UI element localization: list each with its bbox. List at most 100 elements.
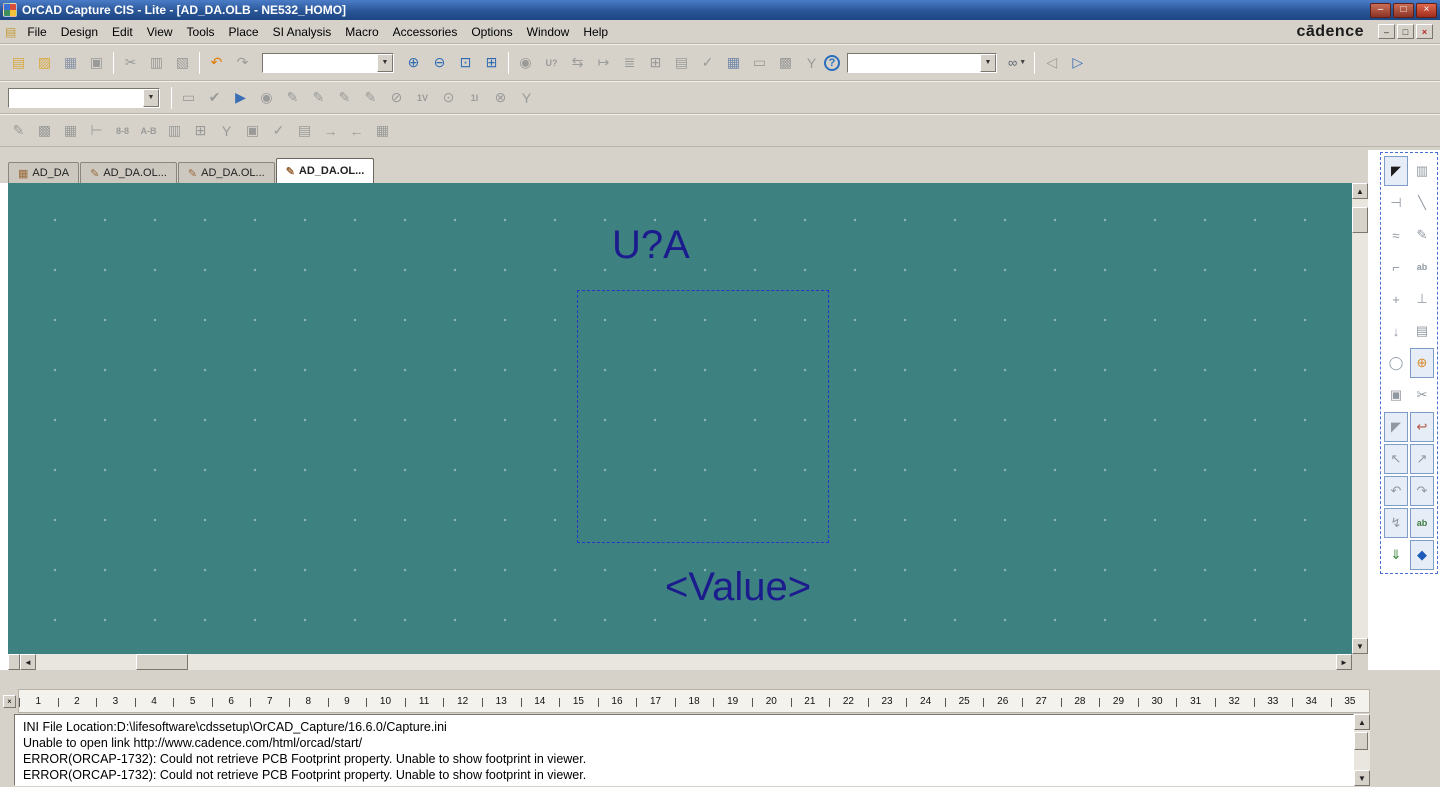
zoom-area-icon[interactable]: ⊡	[453, 51, 478, 75]
new-document-icon[interactable]: ▤	[6, 51, 31, 75]
menu-design[interactable]: Design	[54, 22, 105, 42]
menu-accessories[interactable]: Accessories	[386, 22, 465, 42]
hscroll-track[interactable]	[36, 654, 1336, 670]
draw-line-tool[interactable]: ╲	[1410, 188, 1434, 218]
si-impedance-icon[interactable]: ⊘	[384, 86, 409, 110]
cut-icon[interactable]: ✂	[118, 51, 143, 75]
undo-icon[interactable]: ↶	[204, 51, 229, 75]
edit-part-icon[interactable]: ✎	[6, 119, 31, 143]
log-scroll-thumb[interactable]	[1354, 732, 1368, 750]
export-symbol-tool[interactable]: ⇓	[1384, 540, 1408, 570]
redo-icon[interactable]: ↷	[230, 51, 255, 75]
find-button[interactable]: ∞ ▼	[1004, 51, 1030, 75]
si-audit-icon[interactable]: ✔	[202, 86, 227, 110]
combo-dropdown-icon[interactable]: ▼	[377, 53, 393, 72]
si-halt-icon[interactable]: ◉	[254, 86, 279, 110]
bom-icon[interactable]: ▤	[669, 51, 694, 75]
menu-help[interactable]: Help	[576, 22, 615, 42]
project-manager-icon[interactable]: ▩	[773, 51, 798, 75]
save-document-icon[interactable]: ▦	[58, 51, 83, 75]
probe-icon[interactable]: Y	[799, 51, 824, 75]
menu-file[interactable]: File	[20, 22, 53, 42]
rotate-ccw-tool[interactable]: ↶	[1384, 476, 1408, 506]
horizontal-scrollbar[interactable]: ◄ ►	[8, 654, 1352, 670]
menu-macro[interactable]: Macro	[338, 22, 385, 42]
drc-icon[interactable]: ✓	[695, 51, 720, 75]
update-properties-icon[interactable]: ↦	[591, 51, 616, 75]
arrow-down-tool[interactable]: ↓	[1384, 316, 1408, 346]
menu-view[interactable]: View	[140, 22, 180, 42]
dock-panel-tool[interactable]: ▤	[1410, 316, 1434, 346]
draw-elbow-tool[interactable]: ⌐	[1384, 252, 1408, 282]
package-view-icon[interactable]: ▩	[32, 119, 57, 143]
si-voltage-level-icon[interactable]: 1V	[410, 86, 435, 110]
vscroll-thumb[interactable]	[1352, 207, 1368, 233]
part-editor-canvas[interactable]: U?A <Value>	[8, 183, 1352, 654]
part-reference-text[interactable]: U?A	[612, 223, 690, 268]
drag-select-tool[interactable]: ↖	[1384, 444, 1408, 474]
rotate-cw-tool[interactable]: ↷	[1410, 476, 1434, 506]
session-log[interactable]: INI File Location:D:\lifesoftware\cdsset…	[14, 714, 1354, 786]
add-symbol-tool[interactable]: ◆	[1410, 540, 1434, 570]
scroll-left-button[interactable]: ◄	[20, 654, 36, 670]
back-annotate-icon[interactable]: ⇆	[565, 51, 590, 75]
part-search-combo[interactable]: ▼	[262, 52, 394, 73]
si-info-icon[interactable]: ⊙	[436, 86, 461, 110]
combo-dropdown-icon[interactable]: ▼	[143, 88, 159, 107]
place-pin-tool[interactable]: ⊣	[1384, 188, 1408, 218]
log-scrollbar[interactable]: ▲ ▼	[1354, 714, 1370, 786]
part-add-icon[interactable]: ⊞	[188, 119, 213, 143]
snap-to-grid-icon[interactable]: ▦	[721, 51, 746, 75]
scroll-down-button[interactable]: ▼	[1352, 638, 1368, 654]
pin-edit-icon[interactable]: ⊢	[84, 119, 109, 143]
next-page-icon[interactable]: ▷	[1065, 51, 1090, 75]
annotate-icon[interactable]: U?	[539, 51, 564, 75]
probe-voltage-icon[interactable]: ✎	[280, 86, 305, 110]
print-icon[interactable]: ▣	[84, 51, 109, 75]
menu-options[interactable]: Options	[464, 22, 519, 42]
zoom-all-icon[interactable]: ⊞	[479, 51, 504, 75]
validate-part-icon[interactable]: ✓	[266, 119, 291, 143]
add-part-tool[interactable]: ⊕	[1410, 348, 1434, 378]
vscroll-track[interactable]	[1352, 199, 1368, 638]
copy-drag-tool[interactable]: ↗	[1410, 444, 1434, 474]
move-tool[interactable]: +	[1384, 284, 1408, 314]
mdi-close-button[interactable]: ×	[1416, 24, 1433, 39]
menu-edit[interactable]: Edit	[105, 22, 140, 42]
mdi-restore-button[interactable]: □	[1397, 24, 1414, 39]
search-combo[interactable]: ▼	[847, 52, 997, 73]
spreadsheet-icon[interactable]: ▦	[370, 119, 395, 143]
select-pointer-tool[interactable]: ◤	[1384, 156, 1408, 186]
place-pin-array-tool[interactable]: ⊥	[1410, 284, 1434, 314]
si-run-icon[interactable]: ▶	[228, 86, 253, 110]
draw-pen-tool[interactable]: ✎	[1410, 220, 1434, 250]
menu-place[interactable]: Place	[222, 22, 266, 42]
menu-tools[interactable]: Tools	[180, 22, 222, 42]
combo-dropdown-icon[interactable]: ▼	[980, 53, 996, 72]
si-power-level-icon[interactable]: ⊗	[488, 86, 513, 110]
help-icon[interactable]: ?	[824, 54, 840, 71]
log-scroll-track[interactable]	[1354, 730, 1370, 770]
pin-numbers-icon[interactable]: 8-8	[110, 119, 135, 143]
tab-ad-da-olb-2[interactable]: ✎ AD_DA.OL...	[177, 162, 275, 183]
si-combo[interactable]: ▼	[8, 87, 160, 108]
paste-icon[interactable]: ▧	[170, 51, 195, 75]
probe-current-icon[interactable]: ✎	[306, 86, 331, 110]
restore-button[interactable]: □	[1393, 2, 1414, 18]
fisheye-view-icon[interactable]: ◉	[513, 51, 538, 75]
part-save-icon[interactable]: ▦	[58, 119, 83, 143]
probe-noise-icon[interactable]: ✎	[358, 86, 383, 110]
minimize-button[interactable]: –	[1370, 2, 1391, 18]
export-part-icon[interactable]: →	[318, 119, 343, 143]
open-document-icon[interactable]: ▨	[32, 51, 57, 75]
zoom-in-icon[interactable]: ⊕	[401, 51, 426, 75]
si-net-tree-icon[interactable]: Y	[514, 86, 539, 110]
hscroll-thumb[interactable]	[136, 654, 188, 670]
menu-si-analysis[interactable]: SI Analysis	[266, 22, 339, 42]
cross-reference-icon[interactable]: ⊞	[643, 51, 668, 75]
part-body-outline[interactable]	[577, 290, 829, 543]
draw-spline-tool[interactable]: ≈	[1384, 220, 1408, 250]
log-scroll-up-button[interactable]: ▲	[1354, 714, 1370, 730]
pin-names-icon[interactable]: A-B	[136, 119, 161, 143]
mdi-minimize-button[interactable]: –	[1378, 24, 1395, 39]
